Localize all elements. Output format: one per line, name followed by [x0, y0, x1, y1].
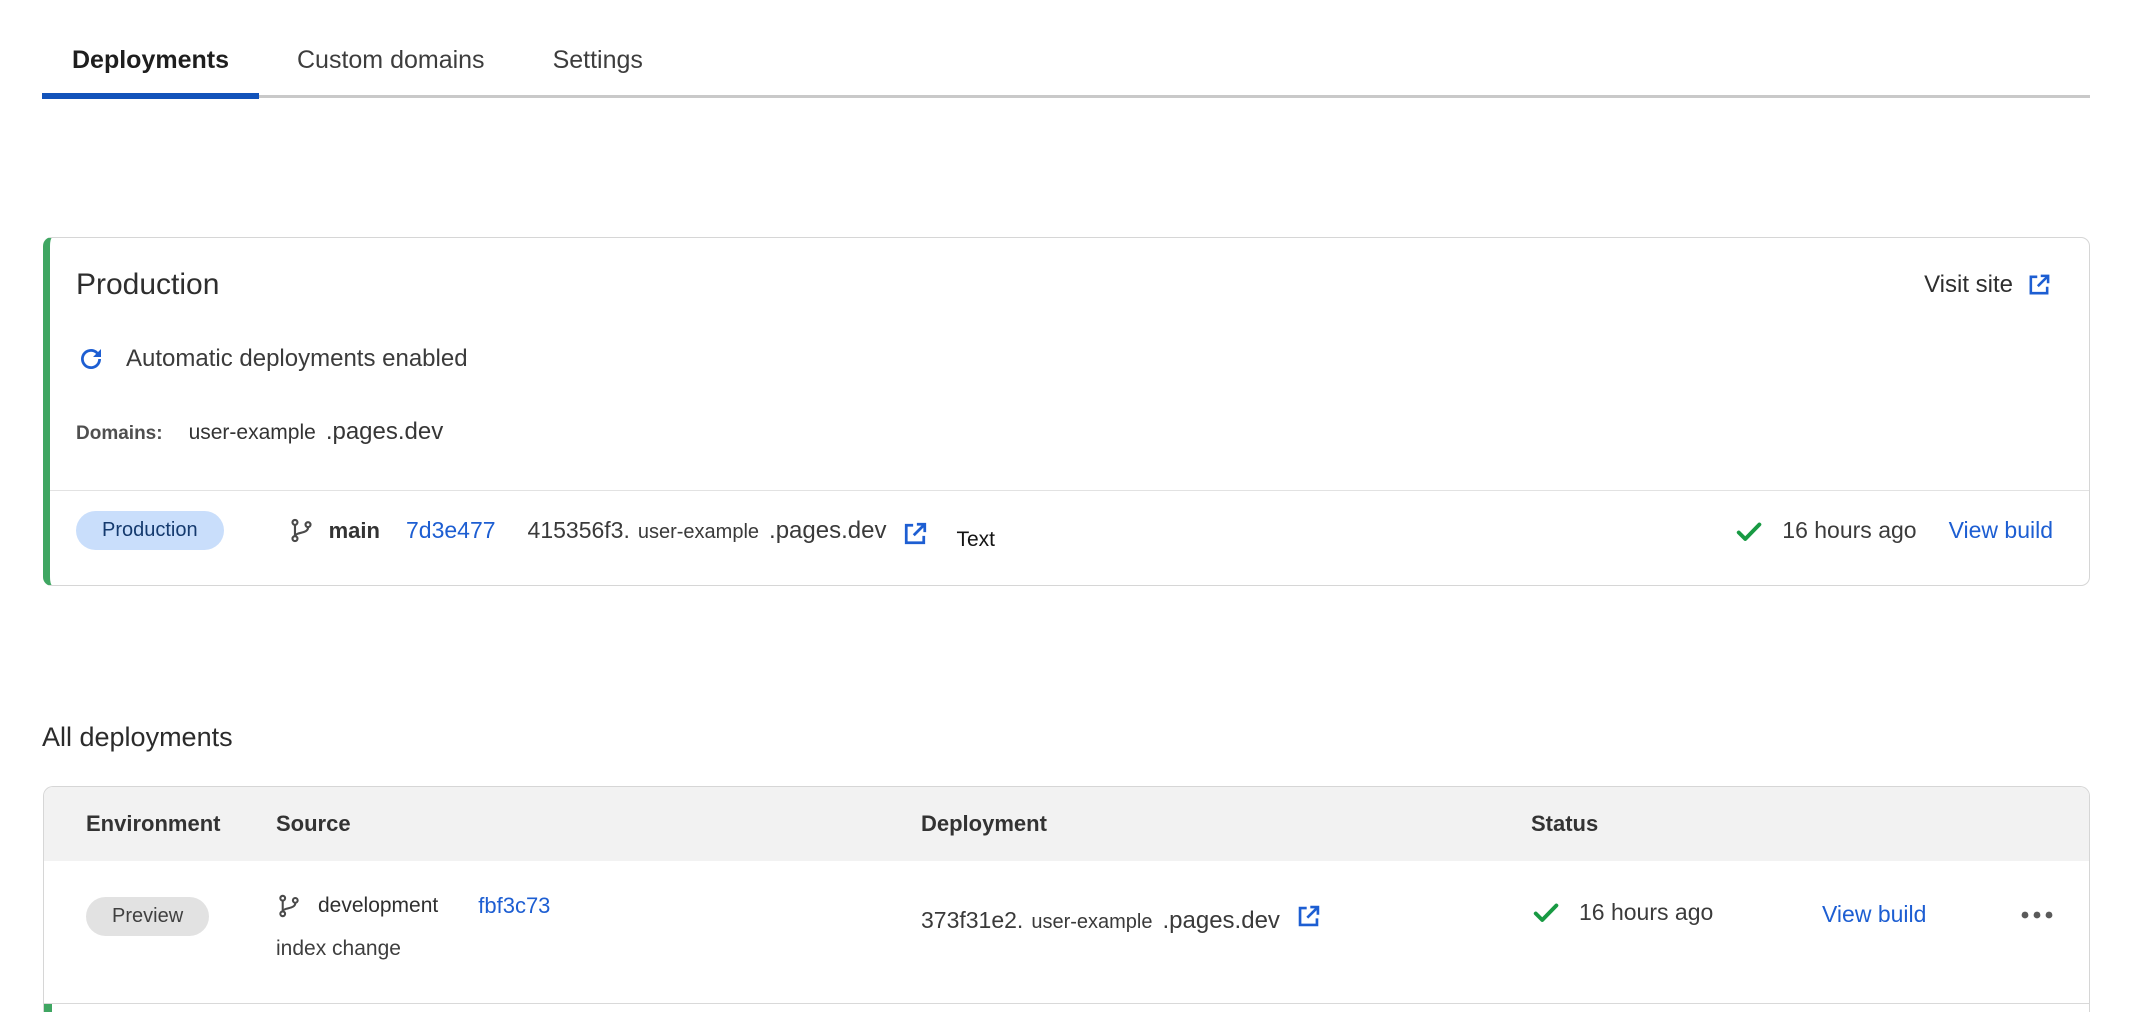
production-card-header: Production Visit site: [76, 268, 2053, 302]
git-branch-icon: [288, 517, 315, 544]
production-title: Production: [76, 268, 219, 302]
column-header-source: Source: [276, 811, 921, 837]
view-build-cell: View build: [1822, 893, 2012, 928]
column-header-status: Status: [1531, 811, 1822, 837]
view-build-link[interactable]: View build: [1949, 517, 2053, 544]
column-header-deployment: Deployment: [921, 811, 1531, 837]
tab-deployments[interactable]: Deployments: [42, 26, 259, 95]
tab-settings[interactable]: Settings: [523, 26, 673, 95]
external-link-icon: [2025, 271, 2053, 299]
deployments-table: Environment Source Deployment Status Pre…: [43, 786, 2090, 1012]
row-actions-menu-button[interactable]: [2012, 901, 2062, 929]
domains-row: Domains: user-example .pages.dev: [76, 418, 2053, 446]
tab-label: Custom domains: [297, 46, 485, 75]
column-header-environment: Environment: [86, 811, 276, 837]
tab-label: Deployments: [72, 46, 229, 75]
domain-suffix: .pages.dev: [326, 418, 443, 446]
production-deployment-row: Production main 7d3e477 415356f3. user-e…: [76, 491, 2053, 570]
visit-site-link[interactable]: Visit site: [1924, 271, 2053, 299]
success-check-icon: [1734, 516, 1764, 546]
deployment-url-username: user-example: [1031, 911, 1152, 934]
external-link-icon[interactable]: [900, 519, 930, 549]
deployment-cell: 373f31e2. user-example .pages.dev: [921, 893, 1531, 935]
commit-link[interactable]: fbf3c73: [478, 893, 550, 919]
source-cell: development fbf3c73 index change: [276, 893, 921, 961]
domains-label: Domains:: [76, 423, 163, 445]
deploy-time: 16 hours ago: [1579, 899, 1713, 926]
table-row: Preview development fbf3c73 index change: [44, 861, 2089, 1004]
success-check-icon: [1531, 897, 1561, 927]
deployment-url-username: user-example: [638, 521, 759, 544]
tab-label: Settings: [553, 46, 643, 75]
branch-name: main: [329, 518, 380, 544]
deployment-url: 415356f3. user-example .pages.dev: [528, 517, 887, 545]
branch-name: development: [318, 894, 438, 918]
all-deployments-title: All deployments: [42, 722, 233, 753]
commit-link[interactable]: 7d3e477: [406, 517, 496, 544]
environment-cell: Preview: [86, 893, 276, 936]
deploy-time: 16 hours ago: [1782, 517, 1916, 544]
table-header-row: Environment Source Deployment Status: [44, 787, 2089, 861]
production-card: Production Visit site Automatic deployme…: [43, 237, 2090, 586]
row-annotation: Text: [956, 528, 995, 552]
pages-project-screen: Deployments Custom domains Settings Prod…: [0, 0, 2132, 1012]
status-cell: 16 hours ago: [1531, 893, 1822, 927]
refresh-icon: [76, 344, 106, 374]
deployment-url-prefix: 415356f3.: [528, 517, 630, 544]
branch-group: main: [288, 517, 380, 544]
auto-deploy-text: Automatic deployments enabled: [126, 345, 468, 373]
next-row-accent-peek: [44, 1004, 52, 1012]
git-branch-icon: [276, 893, 302, 919]
tab-bar: Deployments Custom domains Settings: [42, 26, 2090, 98]
domain-username: user-example: [189, 421, 316, 445]
deployment-url-prefix: 373f31e2.: [921, 907, 1023, 934]
environment-badge: Preview: [86, 897, 209, 936]
view-build-link[interactable]: View build: [1822, 901, 1926, 927]
actions-cell: [2012, 893, 2089, 929]
external-link-icon[interactable]: [1294, 902, 1323, 931]
deployment-url-suffix: .pages.dev: [769, 517, 886, 545]
commit-message: index change: [276, 937, 921, 961]
environment-badge: Production: [76, 511, 224, 550]
deployment-url-suffix: .pages.dev: [1163, 907, 1280, 935]
tab-custom-domains[interactable]: Custom domains: [267, 26, 515, 95]
auto-deploy-status: Automatic deployments enabled: [76, 344, 2053, 374]
visit-site-label: Visit site: [1924, 271, 2013, 299]
status-group: 16 hours ago View build: [1734, 516, 2053, 546]
